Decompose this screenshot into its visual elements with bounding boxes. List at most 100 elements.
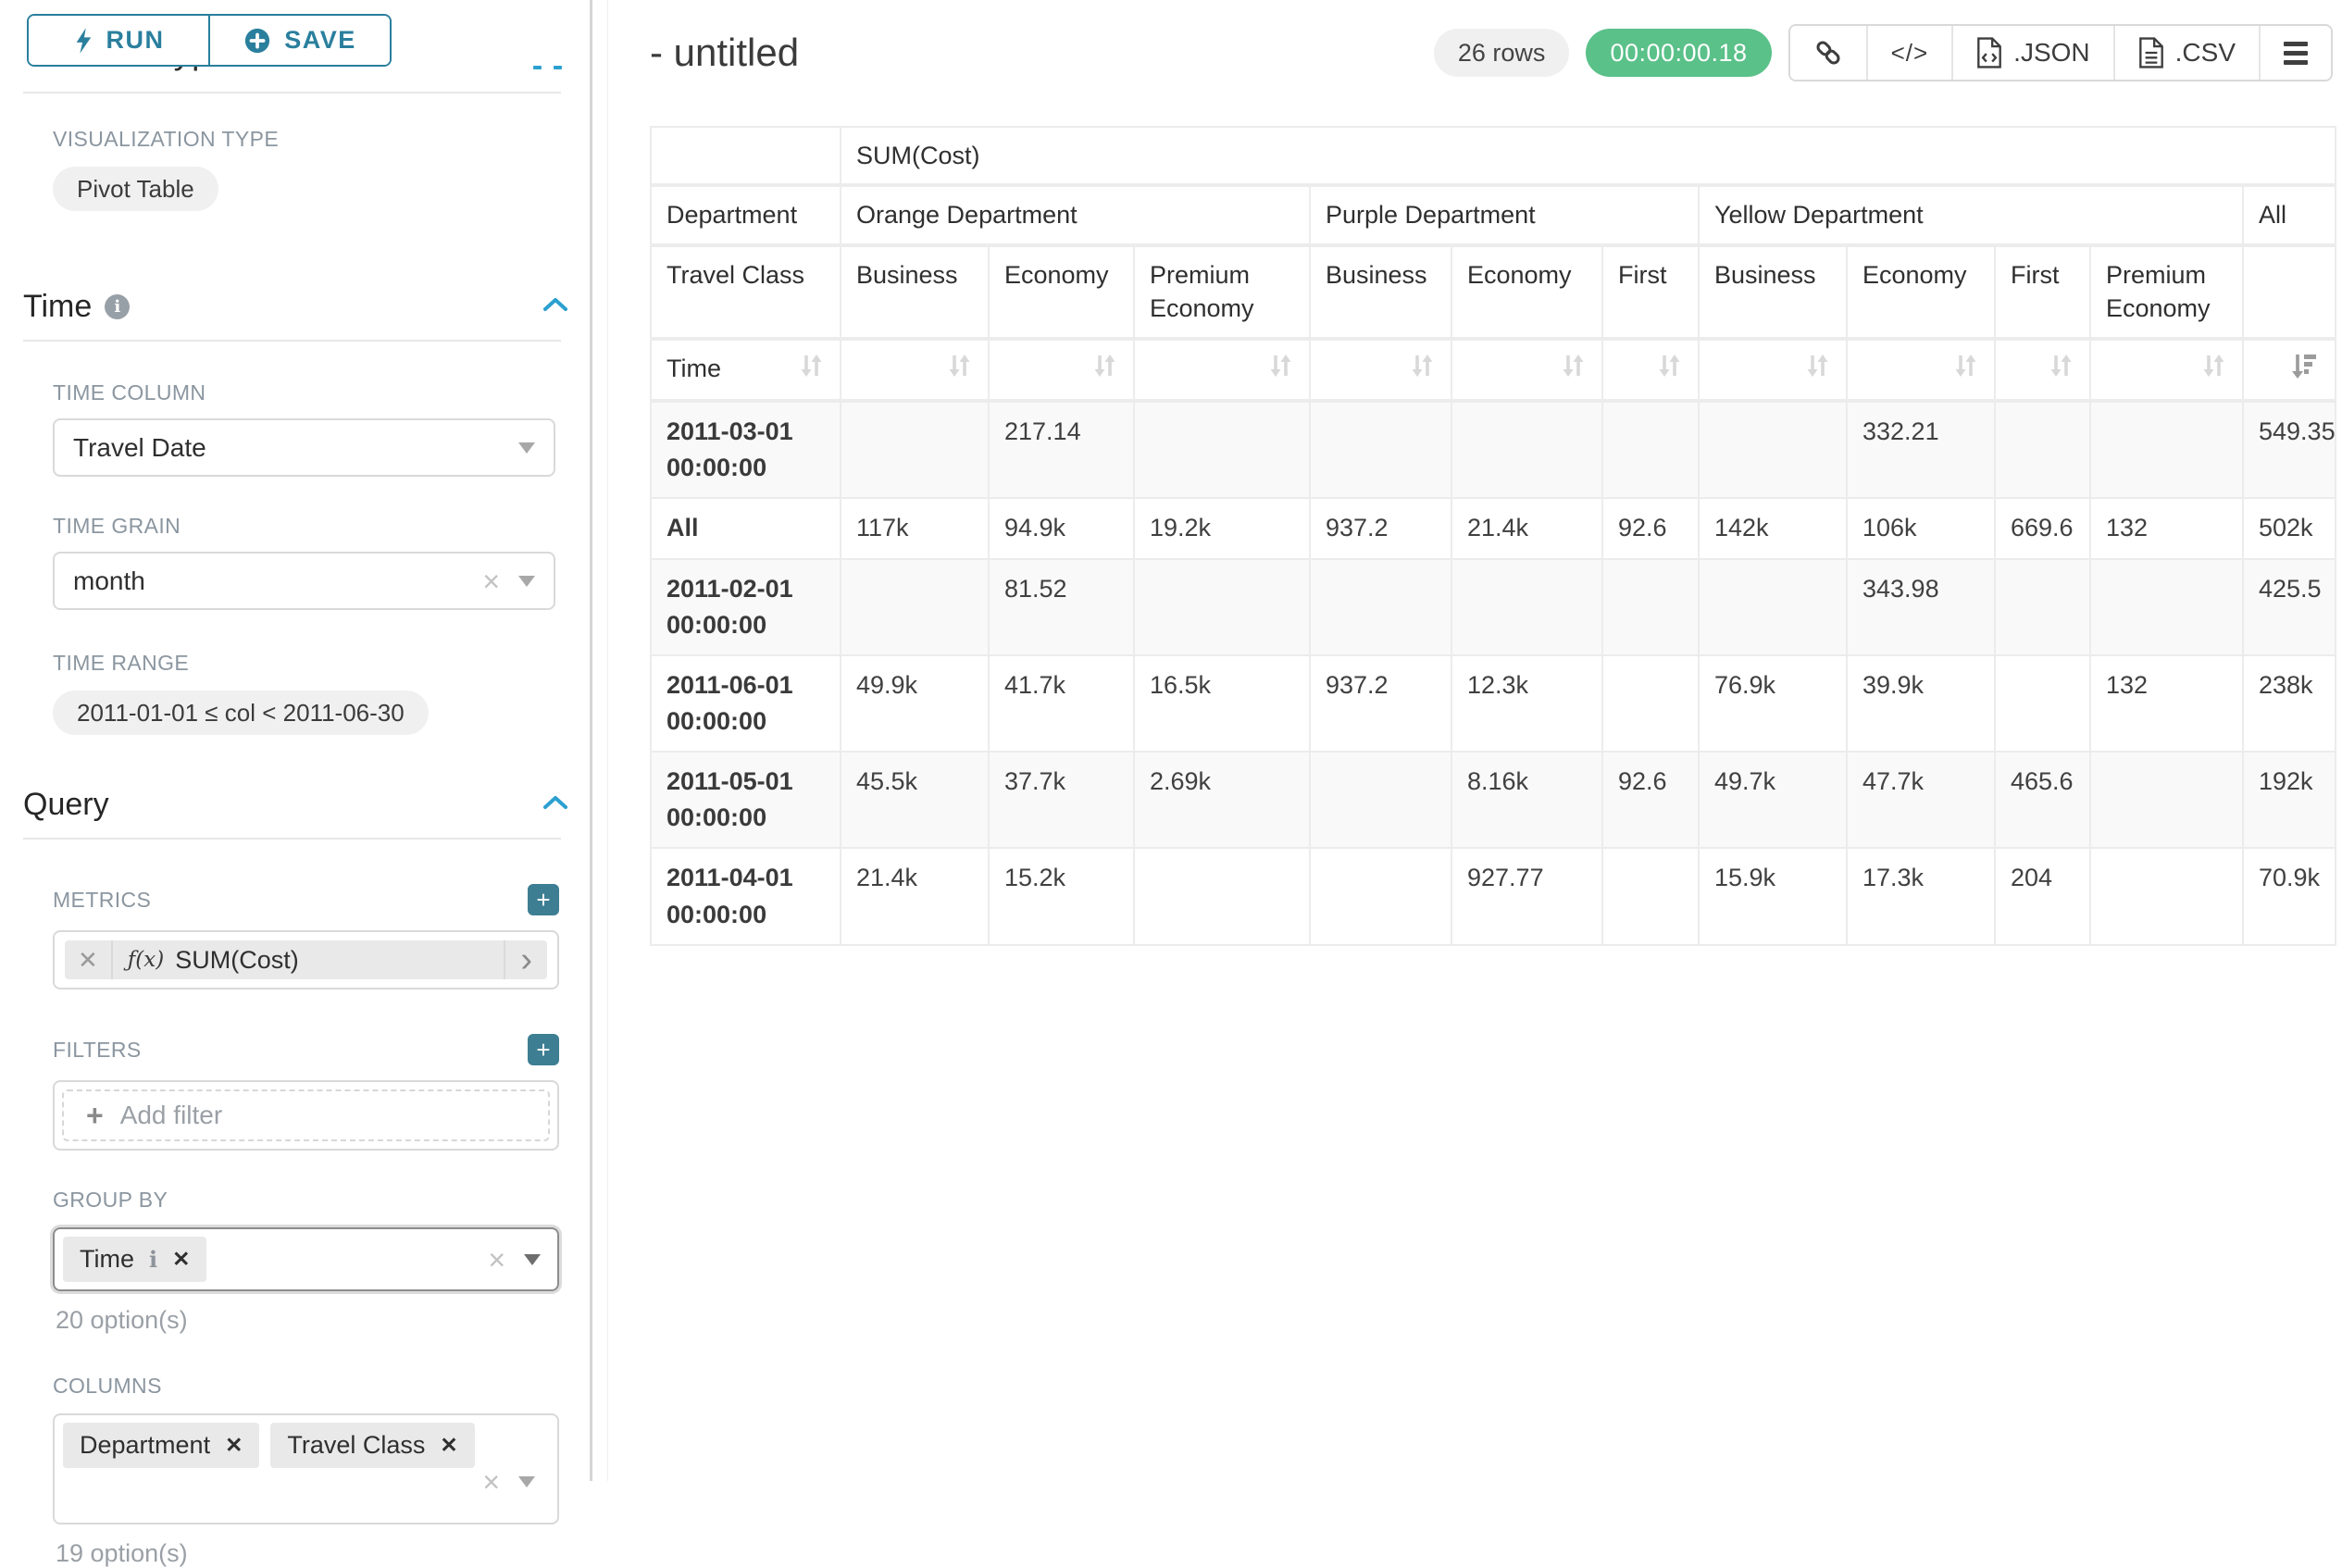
sort-icon[interactable]: [1951, 352, 1979, 388]
sort-icon[interactable]: [2199, 352, 2227, 388]
table-cell: 39.9k: [1848, 656, 1996, 753]
add-filter-plus-button[interactable]: +: [528, 1034, 559, 1065]
sort-column-header[interactable]: [1311, 341, 1452, 403]
table-cell: [1452, 560, 1603, 656]
group-by-select[interactable]: Timei✕ ×: [53, 1227, 559, 1291]
viz-type-pill[interactable]: Pivot Table: [53, 167, 218, 211]
selected-tag[interactable]: Department✕: [63, 1423, 259, 1468]
sort-icon[interactable]: [2047, 352, 2074, 388]
table-cell: 937.2: [1311, 499, 1452, 559]
chart-title[interactable]: - untitled: [650, 31, 799, 75]
table-cell: 17.3k: [1848, 849, 1996, 945]
sort-column-header[interactable]: [1135, 341, 1311, 403]
divider: [23, 838, 561, 840]
sort-icon[interactable]: [1408, 352, 1436, 388]
columns-select[interactable]: Department✕Travel Class✕ ×: [53, 1413, 559, 1524]
metrics-label-row: METRICS +: [53, 884, 559, 915]
code-icon: </>: [1891, 39, 1929, 68]
export-csv-button[interactable]: .CSV: [2113, 26, 2259, 80]
clipped-icon-fragment: [554, 66, 562, 69]
sort-column-header[interactable]: [841, 341, 990, 403]
save-button[interactable]: SAVE: [208, 16, 390, 65]
table-cell: 21.4k: [1452, 499, 1603, 559]
sort-column-header[interactable]: [2244, 341, 2336, 403]
sort-icon[interactable]: [1803, 352, 1831, 388]
add-metric-button[interactable]: +: [528, 884, 559, 915]
sort-column-header[interactable]: [2091, 341, 2244, 403]
travel-class-header: Economy: [990, 247, 1135, 341]
table-cell: [2091, 753, 2244, 849]
selected-tag[interactable]: Timei✕: [63, 1237, 206, 1282]
add-filter-button[interactable]: + Add filter: [62, 1089, 550, 1141]
metric-pill[interactable]: ✕ ƒ(x) SUM(Cost) ›: [65, 940, 547, 979]
table-cell: 502k: [2244, 499, 2336, 559]
table-cell: 937.2: [1311, 656, 1452, 753]
sort-column-header[interactable]: [1452, 341, 1603, 403]
sort-column-header[interactable]: [1996, 341, 2091, 403]
chevron-up-icon[interactable]: [542, 794, 568, 815]
table-cell: 549.35: [2244, 403, 2336, 499]
sort-icon[interactable]: [1655, 352, 1683, 388]
clear-icon[interactable]: ×: [482, 566, 500, 596]
remove-metric-icon[interactable]: ✕: [65, 940, 113, 979]
time-range-pill[interactable]: 2011-01-01 ≤ col < 2011-06-30: [53, 691, 429, 735]
time-column-label: TIME COLUMN: [53, 380, 559, 405]
tag-remove-icon[interactable]: ✕: [225, 1433, 243, 1458]
table-cell: 19.2k: [1135, 499, 1311, 559]
travel-class-header: Business: [1311, 247, 1452, 341]
time-column-select[interactable]: Travel Date: [53, 418, 555, 477]
chevron-right-icon[interactable]: ›: [504, 940, 547, 979]
table-cell: [1311, 560, 1452, 656]
sort-column-header[interactable]: Time: [652, 341, 841, 403]
selected-tag[interactable]: Travel Class✕: [270, 1423, 474, 1468]
table-cell: 94.9k: [990, 499, 1135, 559]
export-json-button[interactable]: .JSON: [1951, 26, 2112, 80]
sort-column-header[interactable]: [1700, 341, 1848, 403]
row-label-cell: 2011-06-01 00:00:00: [652, 656, 841, 753]
tag-label: Time: [80, 1245, 134, 1274]
sidebar-scrollbar[interactable]: [590, 0, 592, 1481]
clear-icon[interactable]: ×: [488, 1245, 505, 1275]
table-cell: [1603, 560, 1700, 656]
table-cell: 117k: [841, 499, 990, 559]
row-count-badge: 26 rows: [1434, 29, 1570, 77]
clear-icon[interactable]: ×: [482, 1467, 500, 1497]
sort-column-header[interactable]: [1603, 341, 1700, 403]
travel-class-header-row: Travel ClassBusinessEconomyPremium Econo…: [652, 247, 2336, 341]
plus-icon: +: [86, 1099, 104, 1133]
table-cell: 21.4k: [841, 849, 990, 945]
menu-button[interactable]: [2259, 26, 2331, 80]
sort-icon[interactable]: [1090, 352, 1118, 388]
time-grain-select[interactable]: month ×: [53, 552, 555, 610]
department-group-header: All: [2244, 187, 2336, 246]
table-cell: [1996, 403, 2091, 499]
sort-icon[interactable]: [1266, 352, 1294, 388]
run-button[interactable]: RUN: [29, 16, 208, 65]
table-cell: 76.9k: [1700, 656, 1848, 753]
sort-icon[interactable]: [1559, 352, 1587, 388]
time-range-label: TIME RANGE: [53, 651, 559, 676]
sort-icon[interactable]: [945, 352, 973, 388]
travel-class-row-label: Travel Class: [652, 247, 841, 341]
caret-down-icon: [518, 576, 535, 587]
table-cell: [1311, 403, 1452, 499]
sort-column-header[interactable]: [990, 341, 1135, 403]
run-button-label: RUN: [106, 26, 165, 55]
sort-column-header[interactable]: [1848, 341, 1996, 403]
sort-desc-icon[interactable]: [2290, 352, 2320, 388]
table-cell: 15.9k: [1700, 849, 1848, 945]
visualization-type-label: VISUALIZATION TYPE: [53, 127, 559, 152]
corner-cell: [652, 128, 841, 187]
sort-icon[interactable]: [797, 352, 825, 388]
tag-remove-icon[interactable]: ✕: [440, 1433, 457, 1458]
tag-remove-icon[interactable]: ✕: [172, 1247, 190, 1272]
table-cell: 343.98: [1848, 560, 1996, 656]
copy-link-button[interactable]: [1790, 26, 1866, 80]
table-cell: [841, 403, 990, 499]
table-row: 2011-04-01 00:00:0021.4k15.2k927.7715.9k…: [652, 849, 2336, 945]
travel-class-header: Economy: [1452, 247, 1603, 341]
table-cell: 132: [2091, 656, 2244, 753]
table-cell: [1135, 560, 1311, 656]
view-query-button[interactable]: </>: [1866, 26, 1952, 80]
chevron-up-icon[interactable]: [542, 296, 568, 317]
